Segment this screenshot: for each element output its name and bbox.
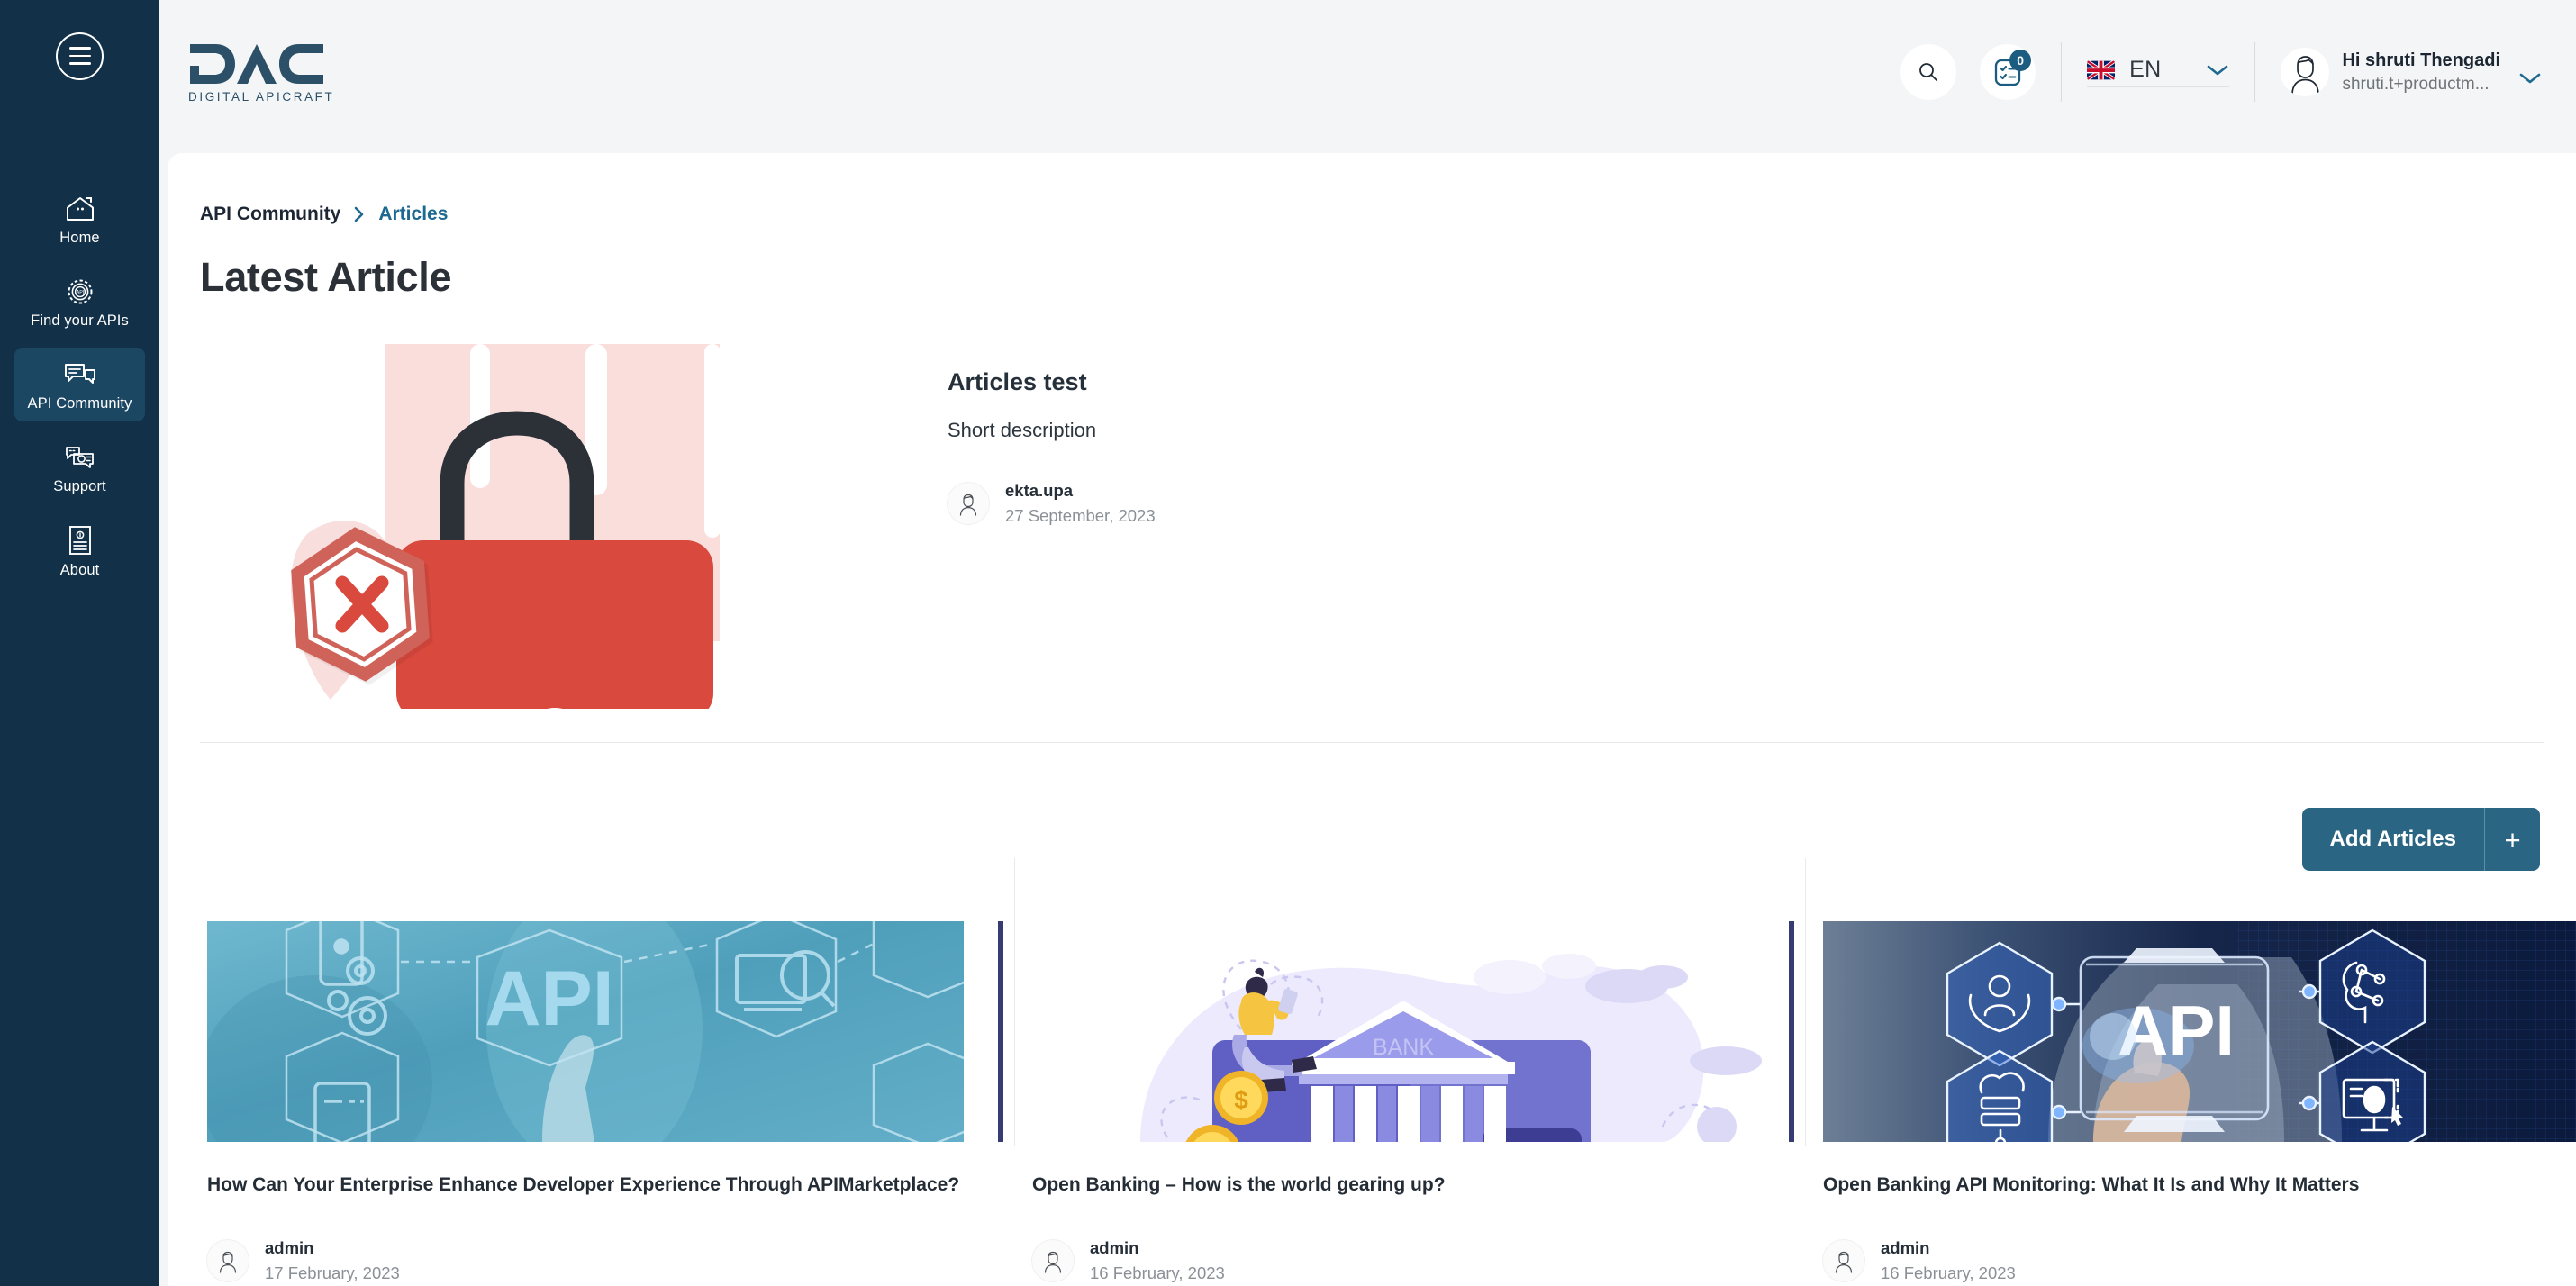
add-articles-label: Add Articles [2329,827,2456,851]
sidebar-item-about[interactable]: About [14,514,145,588]
column-divider [1805,858,1806,1146]
support-chat-icon [64,442,96,472]
breadcrumb-root[interactable]: API Community [200,204,340,225]
sidebar-item-label: Home [59,230,100,246]
topbar-divider-1 [2061,42,2063,102]
featured-article[interactable]: Articles test Short description ekta.upa… [200,344,2576,720]
document-info-icon [68,526,93,556]
author-name: admin [1881,1238,1930,1258]
svg-text:BANK: BANK [1373,1035,1434,1060]
article-card-title[interactable]: Open Banking API Monitoring: What It Is … [1823,1173,2576,1198]
author-avatar-icon [1032,1240,1074,1282]
article-thumbnail-teal: API [207,921,964,1142]
featured-article-image [200,344,812,709]
sidebar-item-support[interactable]: Support [14,430,145,504]
featured-article-text: Articles test Short description ekta.upa… [948,344,1156,720]
dac-logo-subtitle: DIGITAL APICRAFT [188,90,335,104]
author-avatar-icon [948,483,989,524]
language-code: EN [2129,57,2162,82]
article-card[interactable]: BANK $ Open Banking – How is the world g… [998,858,1789,1283]
author-meta: admin 16 February, 2023 [1090,1238,1225,1283]
author-date: 27 September, 2023 [1005,506,1156,525]
sidebar-item-api-community[interactable]: API Community [14,348,145,422]
article-card-author-row: admin 16 February, 2023 [1823,1238,2576,1283]
svg-text:API: API [76,290,84,295]
topbar-actions: 0 EN Hi shruti Thengadi shruti.t+product… [1900,0,2542,144]
author-name: admin [265,1238,314,1258]
search-icon [1919,63,1937,81]
actions-row: Add Articles + [168,808,2540,871]
article-card[interactable]: API How Can Your Enterprise Enhance Deve… [207,921,998,1283]
article-card-author-row: admin 16 February, 2023 [1032,1238,1789,1283]
topbar-divider-2 [2254,42,2256,102]
menu-toggle-button[interactable] [53,29,107,83]
author-meta: admin 17 February, 2023 [265,1238,400,1283]
author-date: 17 February, 2023 [265,1263,400,1283]
chevron-right-icon [355,206,364,222]
section-divider [200,742,2544,743]
hamburger-icon [56,32,104,80]
article-thumbnail-open-banking: BANK $ [1032,921,1789,1142]
sidebar: Home API Find your APIs API Community Su… [0,0,159,1286]
user-email: shruti.t+productm... [2342,74,2490,94]
search-button[interactable] [1900,44,1957,100]
author-name: ekta.upa [1005,481,1074,500]
article-card-title[interactable]: Open Banking – How is the world gearing … [1032,1173,1789,1198]
dac-logo-mark [190,44,323,84]
plus-icon[interactable]: + [2484,808,2540,871]
author-avatar-icon [207,1240,249,1282]
sidebar-item-home[interactable]: Home [14,182,145,256]
user-avatar-icon [2281,48,2330,96]
author-meta: ekta.upa 27 September, 2023 [1005,481,1156,526]
author-date: 16 February, 2023 [1881,1263,2016,1283]
uk-flag-icon [2087,59,2116,80]
article-card[interactable]: API Open Banking API Monitoring: What It… [1789,858,2576,1283]
content-panel: API Community Articles Latest Article Ar… [168,153,2576,1286]
user-menu[interactable]: Hi shruti Thengadi shruti.t+productm... [2281,48,2542,96]
add-articles-button[interactable]: Add Articles + [2301,808,2540,871]
language-selector[interactable]: EN [2087,57,2230,87]
column-divider [1014,858,1015,1146]
sidebar-item-find-your-apis[interactable]: API Find your APIs [14,265,145,339]
author-date: 16 February, 2023 [1090,1263,1225,1283]
breadcrumb-current[interactable]: Articles [378,204,448,225]
author-avatar-icon [1823,1240,1864,1282]
articles-grid: API How Can Your Enterprise Enhance Deve… [168,858,2576,1283]
article-card-author-row: admin 17 February, 2023 [207,1238,998,1283]
card-accent-bar [1789,921,1794,1142]
svg-text:$: $ [1234,1086,1248,1114]
chat-bubbles-icon [64,359,96,389]
user-greeting: Hi shruti Thengadi [2342,50,2500,71]
topbar: DIGITAL APICRAFT 0 EN Hi shruti Thengadi… [159,0,2576,144]
card-accent-bar [998,921,1003,1142]
api-gear-icon: API [65,276,95,306]
svg-text:API: API [485,955,613,1042]
sidebar-nav: Home API Find your APIs API Community Su… [0,182,159,597]
sidebar-item-label: About [59,561,100,578]
home-icon [65,194,95,223]
article-card-title[interactable]: How Can Your Enterprise Enhance Develope… [207,1173,998,1198]
sidebar-item-label: API Community [27,395,132,412]
page-title: Latest Article [200,254,452,300]
sidebar-item-label: Find your APIs [31,312,129,330]
chevron-down-icon [2208,65,2228,75]
notifications-badge: 0 [2009,50,2032,71]
featured-article-title[interactable]: Articles test [948,368,1156,396]
author-meta: admin 16 February, 2023 [1881,1238,2016,1283]
notifications-button[interactable]: 0 [1980,44,2036,100]
featured-article-description: Short description [948,419,1097,441]
breadcrumb: API Community Articles [200,204,2576,225]
chevron-down-icon [2519,73,2541,84]
author-name: admin [1090,1238,1139,1258]
sidebar-item-label: Support [53,478,106,495]
article-thumbnail-dark-blue: API [1823,921,2576,1142]
featured-article-author-row: ekta.upa 27 September, 2023 [948,481,1156,526]
dac-logo[interactable]: DIGITAL APICRAFT [188,41,377,104]
user-info: Hi shruti Thengadi shruti.t+productm... [2342,49,2500,95]
